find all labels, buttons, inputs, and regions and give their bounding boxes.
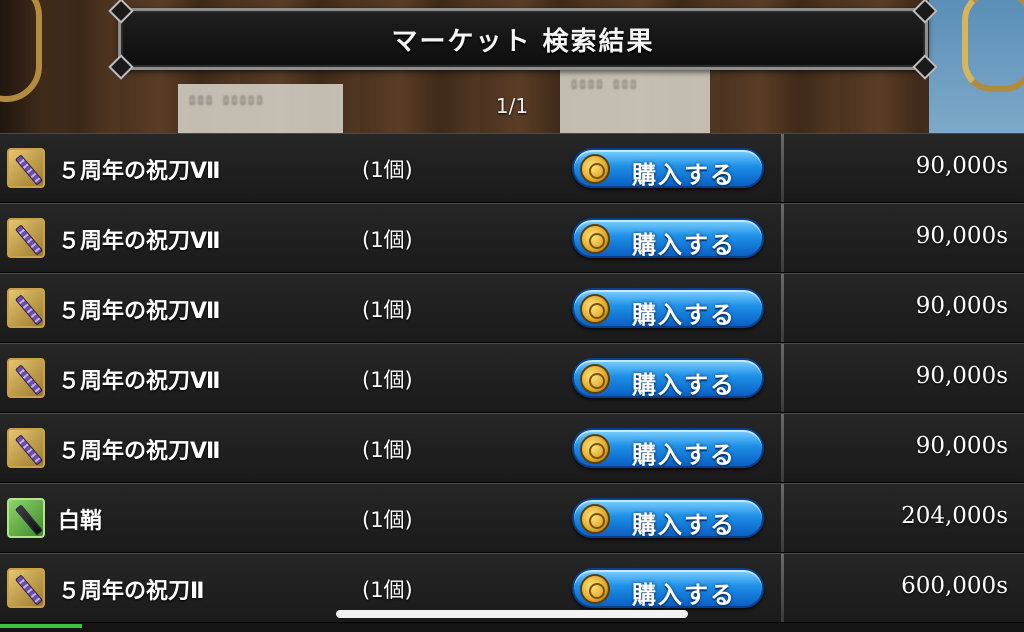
column-divider xyxy=(781,554,784,622)
item-name: 白鞘 xyxy=(58,509,103,534)
item-name: ５周年の祝刀Ⅶ xyxy=(58,229,221,254)
item-price: 90,000s xyxy=(915,363,1008,389)
purple-sword-icon xyxy=(7,148,45,188)
buy-button-label: 購入する xyxy=(632,511,736,539)
buy-button[interactable]: 購入する xyxy=(572,288,764,329)
column-divider xyxy=(781,484,784,552)
buy-button-label: 購入する xyxy=(632,441,736,469)
item-quantity: (1個) xyxy=(362,298,413,322)
item-quantity: (1個) xyxy=(362,158,413,182)
market-row: ５周年の祝刀Ⅶ (1個) 購入する 90,000s xyxy=(0,343,1024,413)
item-quantity: (1個) xyxy=(362,368,413,392)
buy-button[interactable]: 購入する xyxy=(572,568,764,609)
item-price: 90,000s xyxy=(915,153,1008,179)
market-result-list: ５周年の祝刀Ⅶ (1個) 購入する 90,000s ５周年の祝刀Ⅶ (1個) 購… xyxy=(0,133,1024,632)
column-divider xyxy=(781,134,784,202)
page-title: マーケット 検索結果 xyxy=(391,26,655,57)
coin-icon xyxy=(580,434,610,464)
buy-button[interactable]: 購入する xyxy=(572,148,764,189)
purple-sword-icon xyxy=(7,218,45,258)
market-row: ５周年の祝刀Ⅶ (1個) 購入する 90,000s xyxy=(0,133,1024,203)
item-price: 600,000s xyxy=(901,573,1008,599)
purple-sword-icon xyxy=(7,288,45,328)
purple-sword-icon xyxy=(7,568,45,608)
item-quantity: (1個) xyxy=(362,578,413,602)
ornament-arch-right xyxy=(962,0,1024,92)
progress-strip xyxy=(0,624,82,628)
buy-button[interactable]: 購入する xyxy=(572,358,764,399)
column-divider xyxy=(781,414,784,482)
item-price: 90,000s xyxy=(915,293,1008,319)
buy-button-label: 購入する xyxy=(632,161,736,189)
market-row: ５周年の祝刀Ⅶ (1個) 購入する 90,000s xyxy=(0,273,1024,343)
item-name: ５周年の祝刀Ⅶ xyxy=(58,299,221,324)
coin-icon xyxy=(580,504,610,534)
buy-button-label: 購入する xyxy=(632,301,736,329)
item-price: 90,000s xyxy=(915,223,1008,249)
purple-sword-icon xyxy=(7,428,45,468)
item-price: 90,000s xyxy=(915,433,1008,459)
buy-button[interactable]: 購入する xyxy=(572,428,764,469)
column-divider xyxy=(781,274,784,342)
buy-button[interactable]: 購入する xyxy=(572,218,764,259)
coin-icon xyxy=(580,294,610,324)
item-quantity: (1個) xyxy=(362,438,413,462)
item-quantity: (1個) xyxy=(362,228,413,252)
buy-button-label: 購入する xyxy=(632,371,736,399)
item-quantity: (1個) xyxy=(362,508,413,532)
buy-button-label: 購入する xyxy=(632,581,736,609)
purple-sword-icon xyxy=(7,358,45,398)
page-indicator: 1/1 xyxy=(495,94,529,118)
market-row: ５周年の祝刀Ⅶ (1個) 購入する 90,000s xyxy=(0,413,1024,483)
item-name: ５周年の祝刀Ⅶ xyxy=(58,439,221,464)
market-row: ５周年の祝刀Ⅶ (1個) 購入する 90,000s xyxy=(0,203,1024,273)
column-divider xyxy=(781,344,784,412)
green-sword-icon xyxy=(7,498,45,538)
item-price: 204,000s xyxy=(901,503,1008,529)
item-name: ５周年の祝刀Ⅶ xyxy=(58,369,221,394)
buy-button-label: 購入する xyxy=(632,231,736,259)
item-name: ５周年の祝刀Ⅱ xyxy=(58,579,205,604)
column-divider xyxy=(781,204,784,272)
home-indicator-bar[interactable] xyxy=(336,610,688,618)
coin-icon xyxy=(580,574,610,604)
title-bar: マーケット 検索結果 xyxy=(108,0,938,80)
item-name: ５周年の祝刀Ⅶ xyxy=(58,159,221,184)
buy-button[interactable]: 購入する xyxy=(572,498,764,539)
coin-icon xyxy=(580,364,610,394)
coin-icon xyxy=(580,224,610,254)
market-row: 白鞘 (1個) 購入する 204,000s xyxy=(0,483,1024,553)
coin-icon xyxy=(580,154,610,184)
